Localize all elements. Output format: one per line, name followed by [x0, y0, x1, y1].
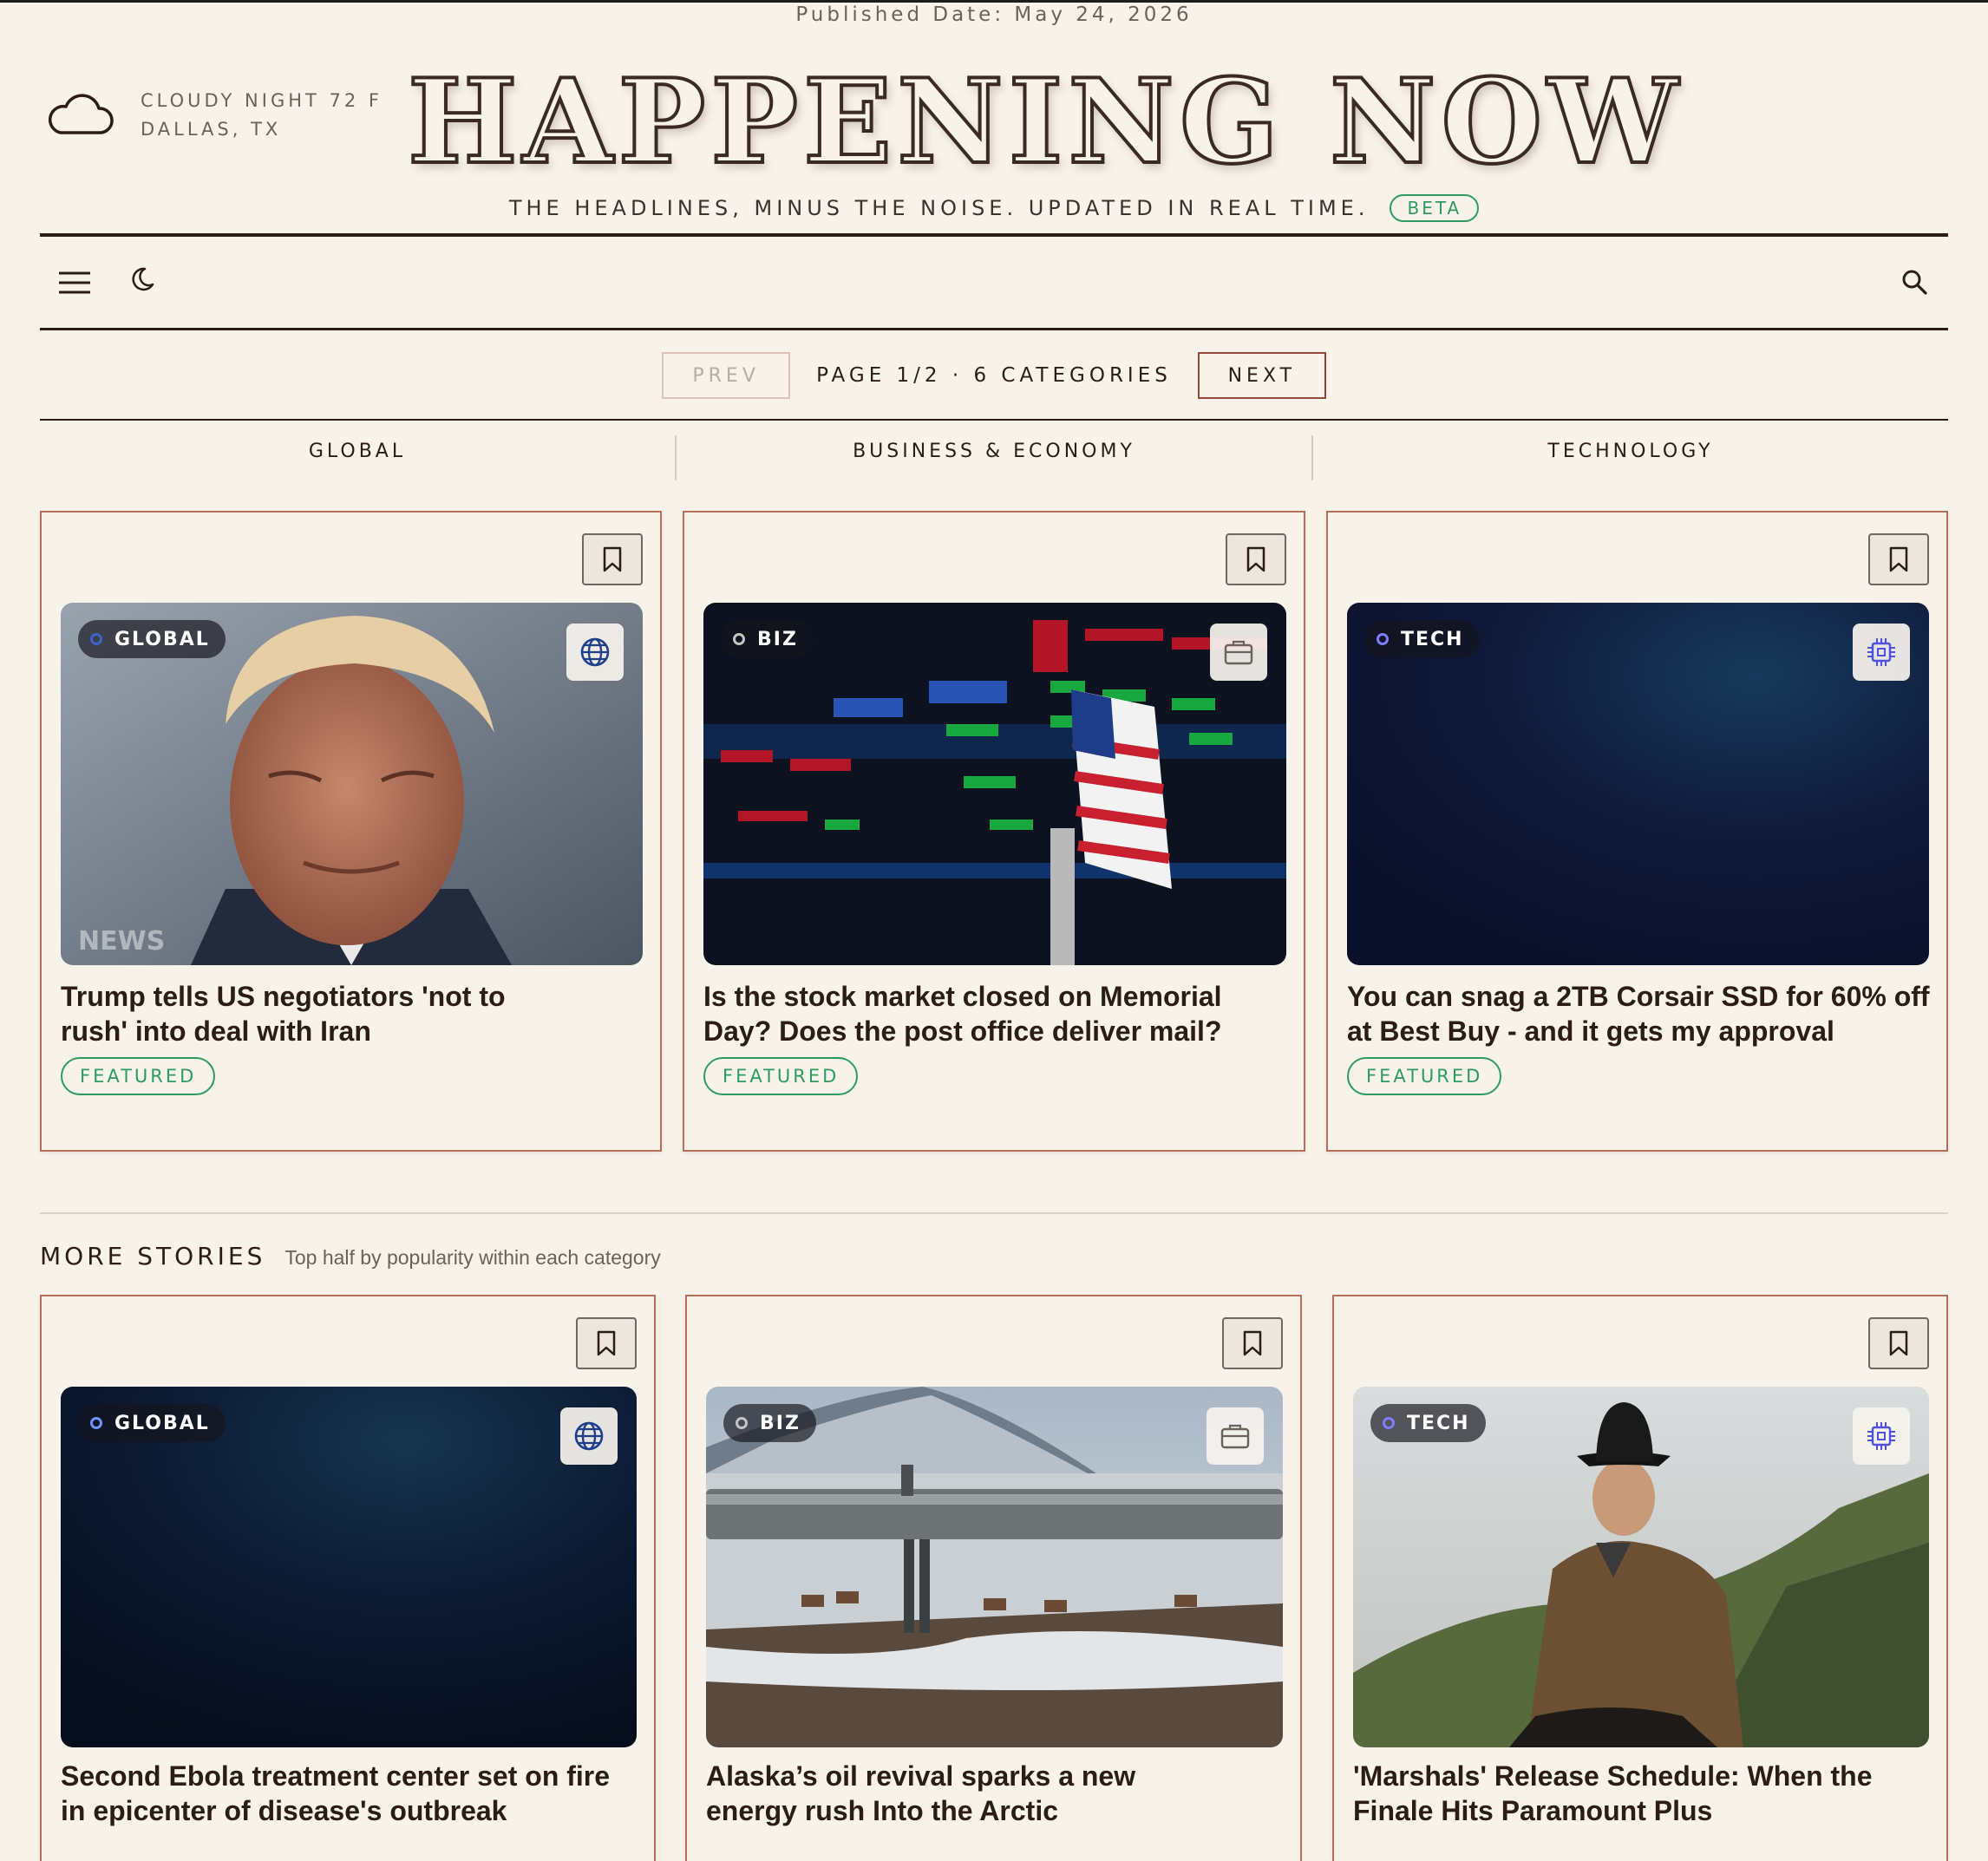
story-title[interactable]: Trump tells US negotiators 'not to rush'…	[61, 979, 546, 1048]
cloud-icon	[49, 94, 114, 134]
story-title[interactable]: Alaska’s oil revival sparks a new energy…	[706, 1759, 1157, 1828]
briefcase-icon	[1220, 1424, 1250, 1449]
header-divider	[40, 233, 1948, 237]
story-image[interactable]: NEWS GLOBAL	[61, 603, 643, 965]
featured-badge: FEATURED	[1347, 1057, 1502, 1095]
briefcase-icon	[1224, 640, 1253, 665]
toolbar	[40, 238, 1948, 330]
category-icon-badge	[566, 624, 624, 681]
category-pill-label: BIZ	[757, 628, 798, 650]
bookmark-button[interactable]	[1226, 533, 1286, 585]
featured-badge: FEATURED	[703, 1057, 859, 1095]
story-image-placeholder[interactable]: GLOBAL	[61, 1387, 637, 1747]
prev-button[interactable]: PREV	[662, 352, 791, 399]
bookmark-button[interactable]	[1868, 533, 1929, 585]
more-stories-title: MORE STORIES	[40, 1242, 266, 1270]
bookmark-icon	[1889, 1330, 1908, 1356]
chip-icon	[1867, 1422, 1895, 1450]
tab-technology[interactable]: TECHNOLOGY	[1313, 420, 1948, 482]
category-pill-label: GLOBAL	[114, 1412, 210, 1434]
more-stories-subtitle: Top half by popularity within each categ…	[284, 1246, 661, 1269]
moon-icon[interactable]	[128, 265, 156, 293]
story-title[interactable]: Second Ebola treatment center set on fir…	[61, 1759, 616, 1828]
story-image[interactable]: TECH	[1353, 1387, 1929, 1747]
top-border	[0, 0, 1988, 3]
menu-icon[interactable]	[59, 271, 90, 295]
category-icon-badge	[1853, 1407, 1910, 1465]
status-dot	[1377, 633, 1389, 645]
category-pill: GLOBAL	[78, 1404, 226, 1442]
story-card-tech[interactable]: TECH 'Marshals' Release Schedule: When t…	[1332, 1295, 1948, 1861]
category-pill: TECH	[1364, 620, 1480, 658]
story-card-biz[interactable]: BIZ Alaska’s oil revival sparks a new en…	[685, 1295, 1302, 1861]
weather-widget: CLOUDY NIGHT 72 F DALLAS, TX	[45, 87, 383, 144]
category-pill-label: GLOBAL	[114, 628, 210, 650]
tab-business-economy[interactable]: BUSINESS & ECONOMY	[677, 420, 1311, 482]
category-pill-label: BIZ	[760, 1412, 801, 1434]
next-button[interactable]: NEXT	[1197, 352, 1326, 399]
site-title[interactable]: HAPPENING NOW	[406, 59, 1680, 184]
tagline-row: THE HEADLINES, MINUS THE NOISE. UPDATED …	[0, 194, 1988, 222]
globe-icon	[580, 637, 610, 667]
status-dot	[1383, 1417, 1395, 1429]
bookmark-icon	[597, 1330, 616, 1356]
story-image[interactable]: BIZ	[703, 603, 1286, 965]
status-dot	[90, 633, 102, 645]
published-date: Published Date: May 24, 2026	[795, 3, 1193, 26]
status-dot	[733, 633, 745, 645]
category-pill: GLOBAL	[78, 620, 226, 658]
category-pill: TECH	[1370, 1404, 1486, 1442]
image-watermark: NEWS	[78, 926, 165, 957]
chip-icon	[1867, 638, 1895, 666]
pagination: PREV PAGE 1/2 · 6 CATEGORIES NEXT	[0, 352, 1988, 399]
globe-icon	[574, 1421, 604, 1451]
featured-card-global[interactable]: NEWS GLOBAL Trump tells US negotiators '…	[40, 511, 662, 1152]
bookmark-button[interactable]	[576, 1317, 637, 1369]
story-image-placeholder[interactable]: TECH	[1347, 603, 1929, 965]
bookmark-icon	[1246, 546, 1265, 572]
bookmark-icon	[603, 546, 622, 572]
category-tabs: GLOBAL BUSINESS & ECONOMY TECHNOLOGY	[40, 420, 1948, 482]
bookmark-button[interactable]	[1222, 1317, 1283, 1369]
category-icon-badge	[560, 1407, 618, 1465]
section-divider	[40, 1212, 1948, 1214]
featured-card-tech[interactable]: TECH You can snag a 2TB Corsair SSD for …	[1326, 511, 1948, 1152]
weather-condition: CLOUDY NIGHT 72 F	[141, 90, 383, 111]
beta-badge: BETA	[1390, 194, 1480, 222]
category-pill-label: TECH	[1401, 628, 1464, 650]
more-stories-header: MORE STORIES Top half by popularity with…	[40, 1242, 661, 1270]
bookmark-button[interactable]	[582, 533, 643, 585]
tagline: THE HEADLINES, MINUS THE NOISE. UPDATED …	[508, 196, 1370, 220]
category-pill: BIZ	[723, 1404, 816, 1442]
bookmark-button[interactable]	[1868, 1317, 1929, 1369]
category-pill: BIZ	[721, 620, 814, 658]
category-icon-badge	[1853, 624, 1910, 681]
status-dot	[90, 1417, 102, 1429]
status-dot	[736, 1417, 748, 1429]
category-pill-label: TECH	[1407, 1412, 1470, 1434]
bookmark-icon	[1889, 546, 1908, 572]
featured-card-biz[interactable]: BIZ Is the stock market closed on Memori…	[683, 511, 1305, 1152]
toolbar-divider	[40, 328, 1948, 330]
search-icon[interactable]	[1900, 267, 1929, 297]
featured-badge: FEATURED	[61, 1057, 216, 1095]
category-icon-badge	[1210, 624, 1267, 681]
tab-global[interactable]: GLOBAL	[40, 420, 675, 482]
page-info: PAGE 1/2 · 6 CATEGORIES	[816, 364, 1172, 387]
bookmark-icon	[1243, 1330, 1262, 1356]
category-icon-badge	[1207, 1407, 1264, 1465]
story-title[interactable]: You can snag a 2TB Corsair SSD for 60% o…	[1347, 979, 1937, 1048]
story-card-global[interactable]: GLOBAL Second Ebola treatment center set…	[40, 1295, 656, 1861]
weather-location: DALLAS, TX	[141, 119, 282, 140]
story-image[interactable]: BIZ	[706, 1387, 1283, 1747]
story-title[interactable]: 'Marshals' Release Schedule: When the Fi…	[1353, 1759, 1891, 1828]
story-title[interactable]: Is the stock market closed on Memorial D…	[703, 979, 1259, 1048]
